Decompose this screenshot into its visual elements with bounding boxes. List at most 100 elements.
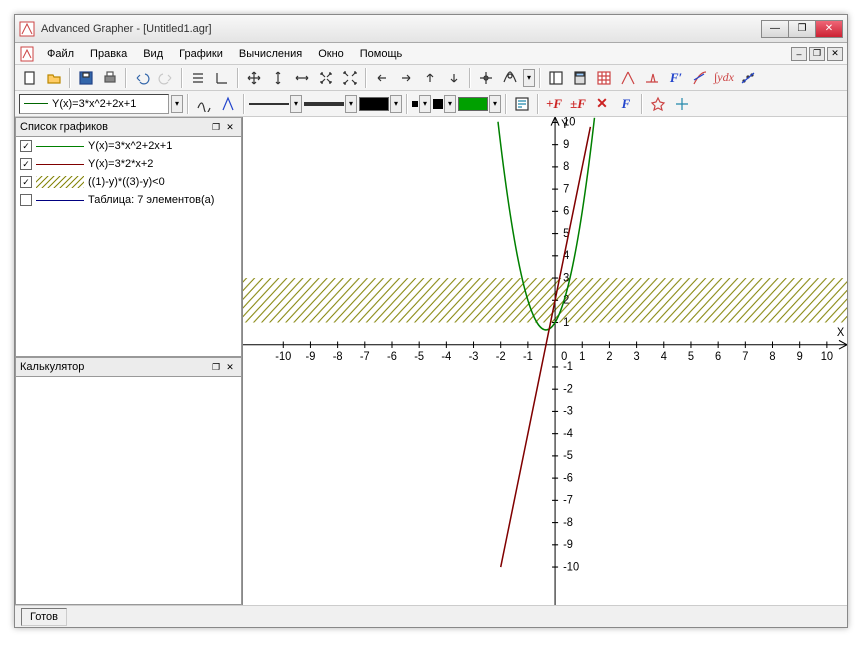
calc-panel-button[interactable]: [545, 67, 567, 89]
panel-dock-button[interactable]: ❐: [209, 120, 223, 134]
point-style-dropdown[interactable]: ▾: [419, 95, 431, 113]
table-button[interactable]: [593, 67, 615, 89]
save-button[interactable]: [75, 67, 97, 89]
star-icon: [650, 96, 666, 112]
graph-list-panel: Список графиков ❐ ✕ ✓Y(x)=3*x^2+2x+1✓Y(x…: [15, 117, 242, 357]
edit-graph-button[interactable]: ±F: [567, 93, 589, 115]
list-button[interactable]: [187, 67, 209, 89]
menu-graphs[interactable]: Графики: [171, 46, 231, 62]
calculator-title: Калькулятор: [20, 361, 209, 373]
integral-button[interactable]: ∫ydx: [713, 67, 735, 89]
menu-help[interactable]: Помощь: [352, 46, 411, 62]
delete-graph-button[interactable]: ✕: [591, 93, 613, 115]
zoom-out-button[interactable]: [339, 67, 361, 89]
pan-left-button[interactable]: [371, 67, 393, 89]
graph-checkbox[interactable]: ✓: [20, 140, 32, 152]
redo-button[interactable]: [155, 67, 177, 89]
line-style-dropdown[interactable]: ▾: [290, 95, 302, 113]
content-area: Список графиков ❐ ✕ ✓Y(x)=3*x^2+2x+1✓Y(x…: [15, 117, 847, 605]
intersect-button[interactable]: [617, 67, 639, 89]
formula-text: Y(x)=3*x^2+2x+1: [52, 98, 136, 110]
move-button[interactable]: [243, 67, 265, 89]
formula-line-sample: [24, 103, 48, 104]
derivative-button[interactable]: F′: [665, 67, 687, 89]
calc-close-button[interactable]: ✕: [223, 360, 237, 374]
new-button[interactable]: [19, 67, 41, 89]
properties-icon: [514, 96, 530, 112]
close-button[interactable]: ✕: [815, 20, 843, 38]
tangent-button[interactable]: [689, 67, 711, 89]
svg-text:X: X: [837, 327, 845, 339]
menu-calc[interactable]: Вычисления: [231, 46, 310, 62]
menu-view[interactable]: Вид: [135, 46, 171, 62]
graph-sample: [36, 194, 84, 206]
fill-color-dropdown[interactable]: ▾: [489, 95, 501, 113]
svg-text:-8: -8: [333, 351, 343, 363]
statusbar: Готов: [15, 605, 847, 627]
mdi-close-button[interactable]: ✕: [827, 47, 843, 61]
print-button[interactable]: [99, 67, 121, 89]
calculator-button[interactable]: [569, 67, 591, 89]
trace-dropdown[interactable]: ▾: [523, 69, 535, 87]
extra-tool-1[interactable]: [647, 93, 669, 115]
maximize-button[interactable]: ❐: [788, 20, 816, 38]
zoom-in-button[interactable]: [315, 67, 337, 89]
svg-text:-9: -9: [563, 539, 573, 551]
plot-style-line[interactable]: [217, 93, 239, 115]
graph-label: Таблица: 7 элементов(а): [88, 194, 214, 206]
menu-window[interactable]: Окно: [310, 46, 352, 62]
graph-list-item[interactable]: ✓((1)-y)*((3)-y)<0: [16, 173, 241, 191]
formula-dropdown[interactable]: ▾: [171, 95, 183, 113]
root-icon: [644, 70, 660, 86]
menu-file[interactable]: Файл: [39, 46, 82, 62]
svg-text:-10: -10: [563, 561, 579, 573]
graph-list-item[interactable]: ✓Y(x)=3*x^2+2x+1: [16, 137, 241, 155]
undo-button[interactable]: [131, 67, 153, 89]
app-window: Advanced Grapher - [Untitled1.agr] — ❐ ✕…: [14, 14, 848, 628]
crosshair-button[interactable]: [475, 67, 497, 89]
graph-list-item[interactable]: Таблица: 7 элементов(а): [16, 191, 241, 209]
minimize-button[interactable]: —: [761, 20, 789, 38]
root-button[interactable]: [641, 67, 663, 89]
panel-close-button[interactable]: ✕: [223, 120, 237, 134]
trace-button[interactable]: [499, 67, 521, 89]
add-graph-button[interactable]: +F: [543, 93, 565, 115]
document-icon: [19, 46, 35, 62]
graph-sample: [36, 140, 84, 152]
svg-text:-3: -3: [469, 351, 479, 363]
line-color-dropdown[interactable]: ▾: [390, 95, 402, 113]
graph-checkbox[interactable]: ✓: [20, 158, 32, 170]
line-width-dropdown[interactable]: ▾: [345, 95, 357, 113]
point-size-dropdown[interactable]: ▾: [444, 95, 456, 113]
graph-checkbox[interactable]: ✓: [20, 176, 32, 188]
graph-props-button[interactable]: F: [615, 93, 637, 115]
formula-selector[interactable]: Y(x)=3*x^2+2x+1: [19, 94, 169, 114]
plot-area[interactable]: XY-10-9-8-7-6-5-4-3-2-112345678910-10-9-…: [243, 117, 847, 605]
graph-checkbox[interactable]: [20, 194, 32, 206]
pan-right-button[interactable]: [395, 67, 417, 89]
zoom-x-button[interactable]: [291, 67, 313, 89]
axes-button[interactable]: [211, 67, 233, 89]
mdi-minimize-button[interactable]: –: [791, 47, 807, 61]
curve-icon: [196, 96, 212, 112]
graph-list-item[interactable]: ✓Y(x)=3*2*x+2: [16, 155, 241, 173]
open-button[interactable]: [43, 67, 65, 89]
pan-up-button[interactable]: [419, 67, 441, 89]
mdi-restore-button[interactable]: ❐: [809, 47, 825, 61]
regression-button[interactable]: [737, 67, 759, 89]
svg-text:-5: -5: [414, 351, 424, 363]
menu-edit[interactable]: Правка: [82, 46, 135, 62]
svg-text:6: 6: [563, 205, 569, 217]
svg-text:-8: -8: [563, 517, 573, 529]
calc-dock-button[interactable]: ❐: [209, 360, 223, 374]
zoom-y-button[interactable]: [267, 67, 289, 89]
menubar: Файл Правка Вид Графики Вычисления Окно …: [15, 43, 847, 65]
calculator-body[interactable]: [15, 377, 242, 605]
plot-style-curve[interactable]: [193, 93, 215, 115]
extra-tool-2[interactable]: [671, 93, 693, 115]
svg-text:1: 1: [563, 316, 569, 328]
pan-down-button[interactable]: [443, 67, 465, 89]
properties-button[interactable]: [511, 93, 533, 115]
svg-text:-3: -3: [563, 405, 573, 417]
svg-text:-5: -5: [563, 450, 573, 462]
